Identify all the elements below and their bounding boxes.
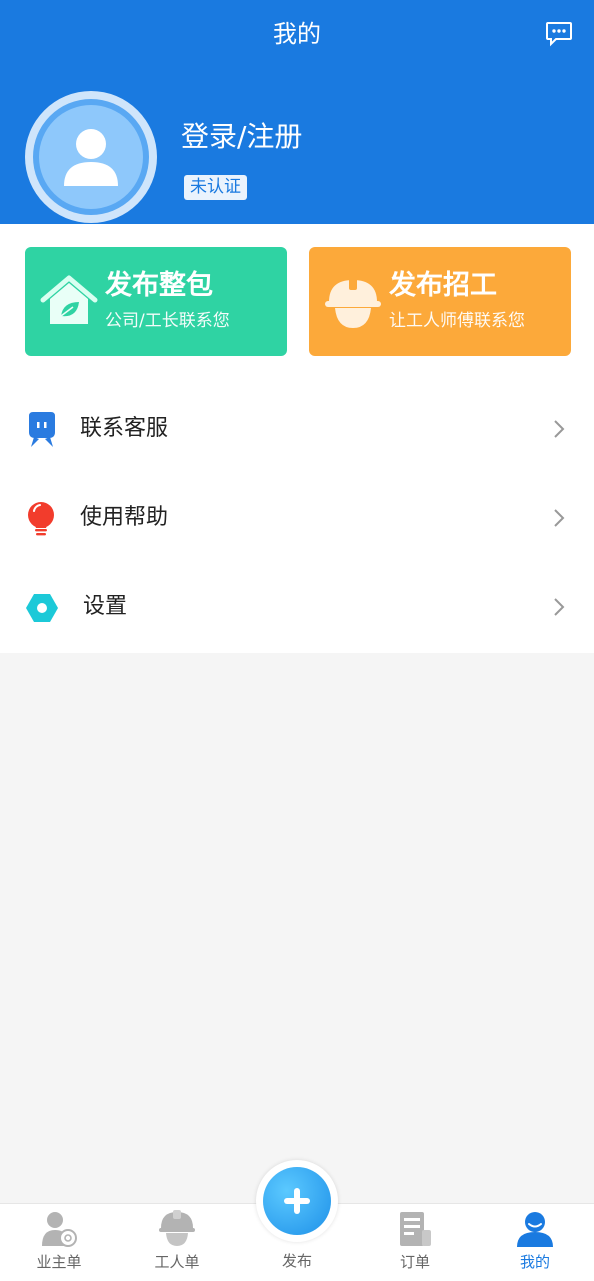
- user-avatar-icon: [39, 105, 143, 209]
- lightbulb-icon: [25, 501, 59, 537]
- chevron-right-icon: [552, 597, 566, 617]
- chat-bubble-icon[interactable]: [544, 18, 574, 48]
- page-title: 我的: [273, 20, 321, 48]
- tab-worker-orders[interactable]: 工人单: [118, 1204, 236, 1281]
- worker-icon: [158, 1210, 196, 1248]
- order-icon: [396, 1210, 434, 1248]
- profile-icon: [516, 1210, 554, 1248]
- tab-orders[interactable]: 订单: [356, 1204, 474, 1281]
- house-leaf-icon: [39, 272, 99, 332]
- hexagon-settings-icon: [25, 590, 59, 626]
- tab-label: 业主单: [36, 1253, 82, 1271]
- tab-owner-orders[interactable]: 业主单: [0, 1204, 118, 1281]
- menu-list: 联系客服 使用帮助 设置: [0, 384, 594, 653]
- card-title: 发布招工: [389, 270, 497, 301]
- avatar[interactable]: [25, 91, 157, 223]
- menu-item-label: 设置: [83, 594, 128, 619]
- chevron-right-icon: [552, 419, 566, 439]
- owner-icon: [40, 1210, 78, 1248]
- publish-package-card[interactable]: 发布整包 公司/工长联系您: [25, 247, 287, 356]
- card-title: 发布整包: [105, 270, 213, 301]
- menu-item-settings[interactable]: 设置: [0, 562, 594, 651]
- menu-item-customer-service[interactable]: 联系客服: [0, 384, 594, 473]
- tab-label: 我的: [519, 1253, 550, 1271]
- customer-service-icon: [25, 412, 59, 448]
- hard-hat-icon: [323, 272, 383, 332]
- tab-profile[interactable]: 我的: [476, 1204, 594, 1281]
- publish-recruit-card[interactable]: 发布招工 让工人师傅联系您: [309, 247, 571, 356]
- card-subtitle: 让工人师傅联系您: [389, 311, 525, 331]
- menu-item-label: 联系客服: [80, 416, 169, 441]
- tab-label: 订单: [399, 1253, 430, 1271]
- login-register-link[interactable]: 登录/注册: [181, 118, 302, 156]
- profile-header: 我的 登录/注册 未认证: [0, 0, 594, 224]
- menu-item-label: 使用帮助: [80, 505, 169, 530]
- menu-item-help[interactable]: 使用帮助: [0, 473, 594, 562]
- card-subtitle: 公司/工长联系您: [105, 311, 230, 331]
- publish-label: 发布: [281, 1252, 312, 1270]
- publish-button[interactable]: [256, 1160, 338, 1242]
- chevron-right-icon: [552, 508, 566, 528]
- tab-label: 工人单: [154, 1253, 200, 1271]
- plus-icon: [263, 1167, 331, 1235]
- publish-cards: 发布整包 公司/工长联系您 发布招工 让工人师傅联系您: [0, 224, 594, 384]
- status-badge: 未认证: [184, 175, 247, 200]
